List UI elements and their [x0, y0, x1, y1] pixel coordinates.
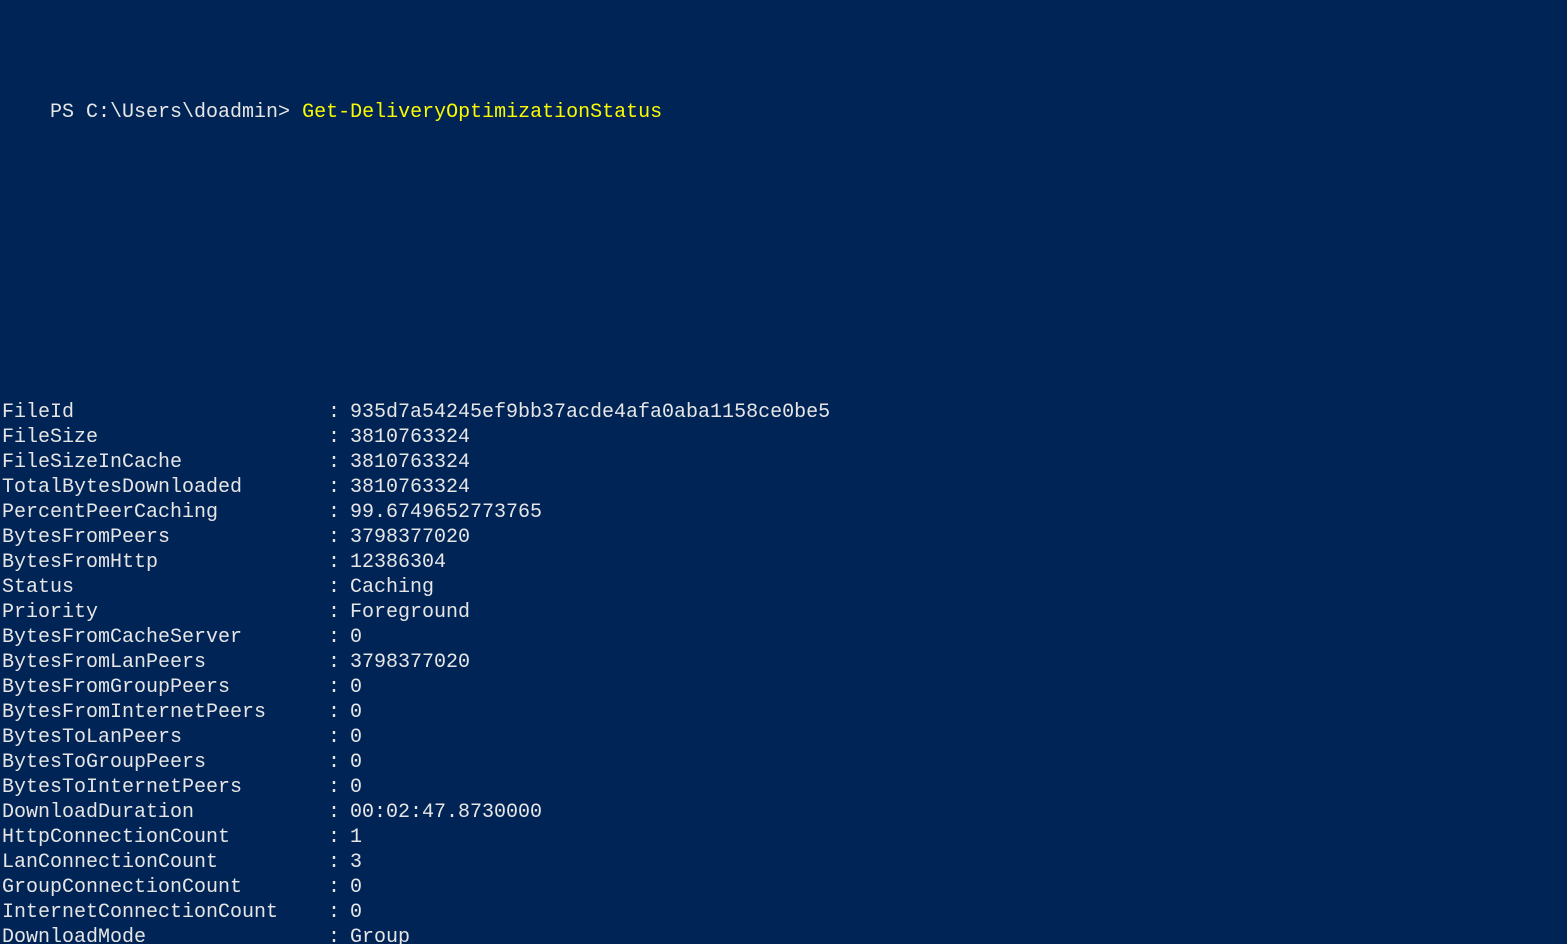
- field-key: BytesFromPeers: [2, 525, 316, 550]
- field-key: PercentPeerCaching: [2, 500, 316, 525]
- field-value: 3798377020: [350, 650, 470, 675]
- field-key: BytesToInternetPeers: [2, 775, 316, 800]
- field-separator: :: [316, 600, 350, 625]
- field-value: 12386304: [350, 550, 446, 575]
- output-row: PercentPeerCaching : 99.6749652773765: [2, 500, 1567, 525]
- field-key: Status: [2, 575, 316, 600]
- field-key: Priority: [2, 600, 316, 625]
- field-separator: :: [316, 675, 350, 700]
- output-row: FileSize : 3810763324: [2, 425, 1567, 450]
- field-value: 3798377020: [350, 525, 470, 550]
- field-value: 0: [350, 875, 362, 900]
- field-key: DownloadMode: [2, 925, 316, 944]
- field-separator: :: [316, 625, 350, 650]
- output-row: Priority : Foreground: [2, 600, 1567, 625]
- field-separator: :: [316, 575, 350, 600]
- field-key: BytesFromLanPeers: [2, 650, 316, 675]
- prompt-line: PS C:\Users\doadmin> Get-DeliveryOptimiz…: [0, 75, 1567, 150]
- field-separator: :: [316, 500, 350, 525]
- output-row: FileSizeInCache : 3810763324: [2, 450, 1567, 475]
- output-row: TotalBytesDownloaded : 3810763324: [2, 475, 1567, 500]
- field-value: 00:02:47.8730000: [350, 800, 542, 825]
- field-value: 3810763324: [350, 475, 470, 500]
- prompt-path: PS C:\Users\doadmin>: [50, 101, 302, 124]
- field-value: Caching: [350, 575, 434, 600]
- output-row: Status : Caching: [2, 575, 1567, 600]
- command-text: Get-DeliveryOptimizationStatus: [302, 101, 662, 124]
- field-separator: :: [316, 875, 350, 900]
- output-row: BytesFromCacheServer : 0: [2, 625, 1567, 650]
- field-value: Foreground: [350, 600, 470, 625]
- field-separator: :: [316, 825, 350, 850]
- field-value: 99.6749652773765: [350, 500, 542, 525]
- field-value: 0: [350, 625, 362, 650]
- output-row: GroupConnectionCount : 0: [2, 875, 1567, 900]
- field-separator: :: [316, 475, 350, 500]
- field-separator: :: [316, 725, 350, 750]
- field-key: BytesFromGroupPeers: [2, 675, 316, 700]
- field-key: FileSizeInCache: [2, 450, 316, 475]
- field-value: 3: [350, 850, 362, 875]
- field-separator: :: [316, 925, 350, 944]
- field-key: BytesFromCacheServer: [2, 625, 316, 650]
- field-key: BytesFromInternetPeers: [2, 700, 316, 725]
- field-separator: :: [316, 650, 350, 675]
- field-key: BytesToGroupPeers: [2, 750, 316, 775]
- field-separator: :: [316, 550, 350, 575]
- field-separator: :: [316, 700, 350, 725]
- output-block: FileId : 935d7a54245ef9bb37acde4afa0aba1…: [0, 400, 1567, 944]
- field-separator: :: [316, 425, 350, 450]
- field-separator: :: [316, 775, 350, 800]
- field-value: 935d7a54245ef9bb37acde4afa0aba1158ce0be5: [350, 400, 830, 425]
- field-separator: :: [316, 450, 350, 475]
- field-key: InternetConnectionCount: [2, 900, 316, 925]
- output-row: BytesFromInternetPeers : 0: [2, 700, 1567, 725]
- output-row: BytesFromHttp : 12386304: [2, 550, 1567, 575]
- field-key: BytesFromHttp: [2, 550, 316, 575]
- field-value: 3810763324: [350, 450, 470, 475]
- output-row: BytesFromPeers : 3798377020: [2, 525, 1567, 550]
- field-key: HttpConnectionCount: [2, 825, 316, 850]
- field-key: TotalBytesDownloaded: [2, 475, 316, 500]
- field-separator: :: [316, 900, 350, 925]
- output-row: DownloadMode : Group: [2, 925, 1567, 944]
- terminal-output[interactable]: PS C:\Users\doadmin> Get-DeliveryOptimiz…: [0, 0, 1567, 944]
- output-row: BytesToInternetPeers : 0: [2, 775, 1567, 800]
- field-separator: :: [316, 400, 350, 425]
- field-key: FileSize: [2, 425, 316, 450]
- field-value: 0: [350, 775, 362, 800]
- output-row: HttpConnectionCount : 1: [2, 825, 1567, 850]
- output-row: BytesFromGroupPeers : 0: [2, 675, 1567, 700]
- field-value: 0: [350, 675, 362, 700]
- blank-line: [0, 225, 1567, 250]
- field-key: GroupConnectionCount: [2, 875, 316, 900]
- field-key: LanConnectionCount: [2, 850, 316, 875]
- output-row: LanConnectionCount : 3: [2, 850, 1567, 875]
- field-value: 0: [350, 900, 362, 925]
- field-separator: :: [316, 750, 350, 775]
- output-row: DownloadDuration : 00:02:47.8730000: [2, 800, 1567, 825]
- field-value: 0: [350, 700, 362, 725]
- output-row: BytesFromLanPeers : 3798377020: [2, 650, 1567, 675]
- field-key: DownloadDuration: [2, 800, 316, 825]
- output-row: BytesToLanPeers : 0: [2, 725, 1567, 750]
- field-value: 0: [350, 750, 362, 775]
- field-separator: :: [316, 850, 350, 875]
- output-row: BytesToGroupPeers : 0: [2, 750, 1567, 775]
- field-key: FileId: [2, 400, 316, 425]
- field-separator: :: [316, 800, 350, 825]
- field-value: 1: [350, 825, 362, 850]
- blank-line: [0, 300, 1567, 325]
- field-value: Group: [350, 925, 410, 944]
- field-separator: :: [316, 525, 350, 550]
- field-value: 3810763324: [350, 425, 470, 450]
- field-key: BytesToLanPeers: [2, 725, 316, 750]
- output-row: FileId : 935d7a54245ef9bb37acde4afa0aba1…: [2, 400, 1567, 425]
- field-value: 0: [350, 725, 362, 750]
- output-row: InternetConnectionCount : 0: [2, 900, 1567, 925]
